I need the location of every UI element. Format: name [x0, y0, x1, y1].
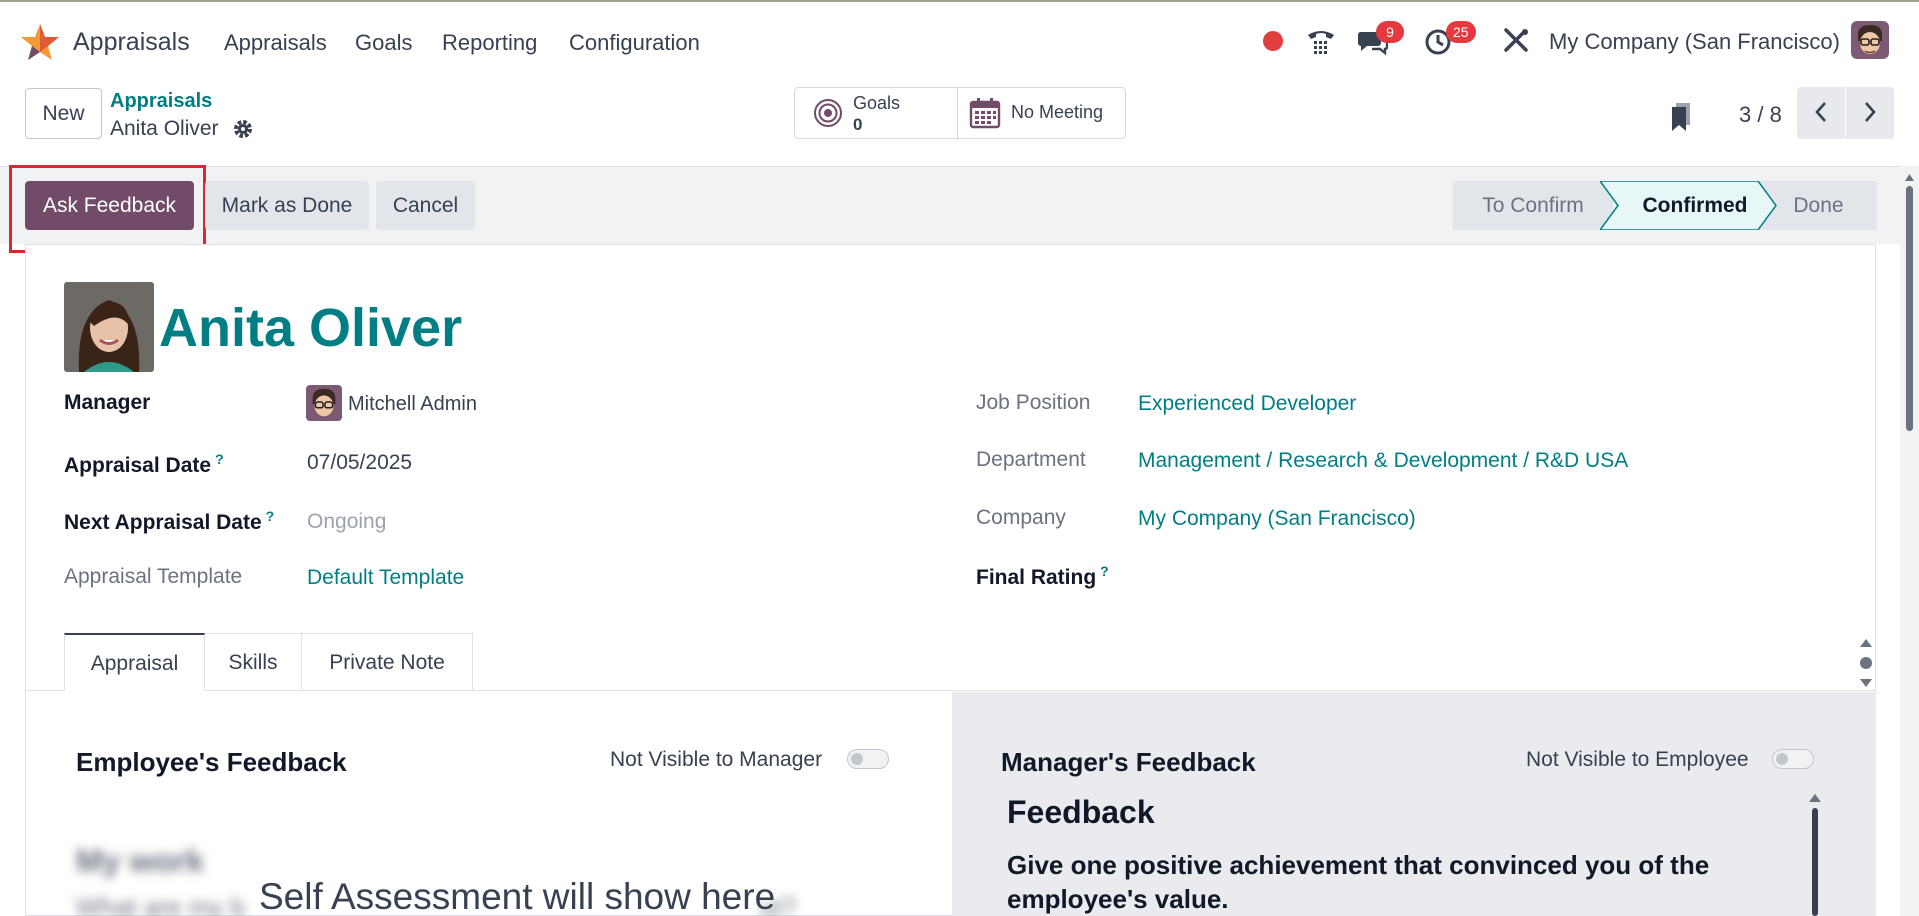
employee-feedback-blurred-text: What are my b: [76, 892, 246, 916]
meeting-label: No Meeting: [1011, 102, 1104, 122]
breadcrumb-appraisals[interactable]: Appraisals: [110, 90, 212, 113]
company-label: Company: [976, 506, 1066, 529]
manager-label: Manager: [64, 391, 151, 414]
chevron-right-icon: [1865, 101, 1876, 122]
page-scroll-thumb-icon: [1905, 174, 1914, 431]
manager-feedback-question[interactable]: Give one positive achievement that convi…: [1007, 848, 1807, 916]
activities-count-badge: 25: [1446, 21, 1476, 43]
self-assessment-placeholder: Self Assessment will show here: [259, 876, 776, 916]
final-rating-label: Final Rating?: [976, 563, 1109, 589]
goals-label: Goals: [853, 93, 901, 113]
not-visible-to-employee-label: Not Visible to Employee: [1526, 748, 1749, 771]
recording-indicator-icon[interactable]: [1263, 31, 1283, 51]
tabs-scroll-arrows-icon[interactable]: [1858, 637, 1874, 689]
employee-visibility-toggle[interactable]: [847, 749, 889, 769]
gear-icon[interactable]: [232, 118, 254, 140]
appraisal-date-field[interactable]: 07/05/2025: [307, 451, 412, 475]
target-icon: [814, 99, 842, 127]
employee-feedback-blurred-title: My work: [76, 843, 205, 879]
mark-as-done-button[interactable]: Mark as Done: [205, 181, 369, 230]
job-position-label: Job Position: [976, 391, 1091, 414]
pager-next-button[interactable]: [1846, 87, 1894, 139]
goals-smart-button[interactable]: Goals 0: [794, 87, 958, 139]
next-appraisal-date-label: Next Appraisal Date?: [64, 508, 275, 534]
page-scrollbar[interactable]: [1900, 166, 1919, 916]
debug-tools-icon[interactable]: [1500, 26, 1532, 56]
manager-feedback-title: Manager's Feedback: [1001, 747, 1256, 777]
meeting-smart-button[interactable]: No Meeting: [957, 87, 1126, 139]
app-logo-icon[interactable]: [20, 22, 60, 62]
final-rating-help-icon[interactable]: ?: [1100, 563, 1109, 579]
goals-count: 0: [853, 115, 863, 134]
appraisal-template-field[interactable]: Default Template: [307, 566, 464, 590]
next-appraisal-date-help-icon[interactable]: ?: [266, 508, 275, 524]
tab-private-note[interactable]: Private Note: [302, 633, 473, 691]
menu-goals[interactable]: Goals: [355, 30, 412, 56]
chevron-left-icon: [1815, 101, 1826, 122]
phone-icon[interactable]: [1305, 26, 1337, 56]
new-button[interactable]: New: [25, 88, 102, 139]
user-avatar[interactable]: [1851, 21, 1889, 59]
company-field[interactable]: My Company (San Francisco): [1138, 507, 1416, 531]
menu-configuration[interactable]: Configuration: [569, 30, 700, 56]
manager-visibility-toggle[interactable]: [1772, 749, 1814, 769]
messages-count-badge: 9: [1376, 21, 1404, 43]
menu-appraisals[interactable]: Appraisals: [224, 30, 327, 56]
employee-feedback-title: Employee's Feedback: [76, 747, 347, 777]
tab-appraisal[interactable]: Appraisal: [64, 633, 205, 691]
next-appraisal-date-field[interactable]: Ongoing: [307, 510, 386, 534]
appraisal-template-label: Appraisal Template: [64, 565, 243, 588]
breadcrumb-current: Anita Oliver: [110, 117, 219, 140]
employee-photo[interactable]: [64, 282, 154, 372]
calendar-icon: [969, 98, 1001, 129]
stage-confirmed[interactable]: Confirmed: [1620, 181, 1770, 230]
employee-name[interactable]: Anita Oliver: [159, 297, 462, 359]
manager-avatar[interactable]: [306, 385, 342, 421]
job-position-field[interactable]: Experienced Developer: [1138, 392, 1356, 416]
app-title[interactable]: Appraisals: [73, 28, 190, 57]
pager-previous-button[interactable]: [1797, 87, 1845, 139]
menu-reporting[interactable]: Reporting: [442, 30, 537, 56]
pager-value[interactable]: 3 / 8: [1739, 102, 1782, 128]
department-label: Department: [976, 448, 1086, 471]
manager-value[interactable]: Mitchell Admin: [348, 393, 477, 416]
tab-skills[interactable]: Skills: [205, 633, 302, 691]
appraisal-date-label: Appraisal Date?: [64, 451, 224, 477]
company-switcher[interactable]: My Company (San Francisco): [1549, 29, 1840, 55]
department-field[interactable]: Management / Research & Development / R&…: [1138, 449, 1628, 473]
not-visible-to-manager-label: Not Visible to Manager: [610, 748, 823, 771]
stage-to-confirm[interactable]: To Confirm: [1453, 181, 1613, 230]
annotation-highlight-box: [9, 165, 206, 253]
cancel-button[interactable]: Cancel: [376, 181, 475, 230]
manager-feedback-heading[interactable]: Feedback: [1007, 794, 1155, 831]
top-navbar: Appraisals Appraisals Goals Reporting Co…: [0, 0, 1919, 80]
appraisal-date-help-icon[interactable]: ?: [215, 451, 224, 467]
manager-feedback-scrollbar[interactable]: [1807, 792, 1823, 916]
bookmark-icon[interactable]: [1670, 102, 1694, 132]
